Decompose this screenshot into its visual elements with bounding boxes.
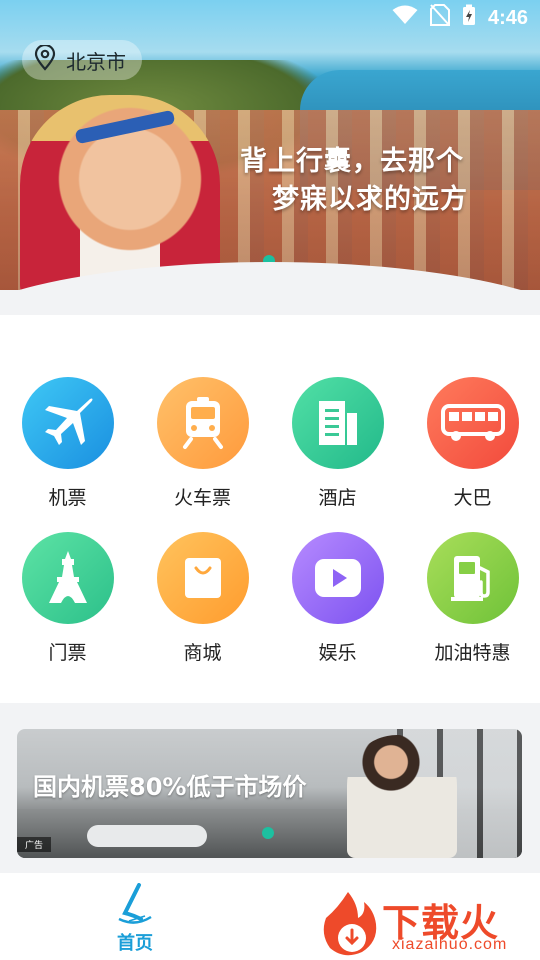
shopping-bag-icon bbox=[184, 558, 221, 598]
service-tickets-label: 门票 bbox=[48, 642, 87, 664]
tab-home-label: 首页 bbox=[117, 933, 153, 954]
hero-slogan-line1: 背上行囊，去那个 bbox=[240, 146, 464, 177]
train-icon bbox=[182, 397, 223, 449]
service-entertainment-label: 娱乐 bbox=[318, 642, 357, 664]
hero-slogan-line2: 梦寐以求的远方 bbox=[272, 184, 468, 215]
service-bus-label: 大巴 bbox=[453, 487, 492, 509]
airplane-icon bbox=[44, 398, 92, 445]
flame-logo-icon bbox=[323, 892, 377, 956]
banner-page-indicator[interactable] bbox=[262, 827, 274, 839]
service-grid: 机票 火车票 酒店 大巴 门票 商城 娱乐 加油特惠 bbox=[0, 377, 540, 665]
fuel-pump-icon bbox=[450, 556, 490, 601]
play-icon bbox=[314, 559, 361, 597]
watermark: 下载火 xiazaihuo.com bbox=[318, 888, 540, 960]
status-bar: 4:46 bbox=[0, 0, 540, 36]
service-mall-circle bbox=[156, 532, 249, 624]
service-fuel-label: 加油特惠 bbox=[434, 642, 511, 664]
banner-airplane bbox=[87, 825, 207, 847]
banner-text: 国内机票80%低于市场价 bbox=[33, 773, 307, 801]
building-icon bbox=[318, 401, 357, 445]
service-bus-circle bbox=[426, 377, 519, 469]
status-time: 4:46 bbox=[487, 6, 528, 29]
service-mall-label: 商城 bbox=[183, 642, 222, 664]
home-logo-icon bbox=[118, 883, 152, 924]
service-tickets[interactable]: 门票 bbox=[0, 532, 135, 665]
no-sim-icon bbox=[429, 4, 450, 32]
service-fuel-circle bbox=[426, 532, 519, 624]
service-entertainment-circle bbox=[291, 532, 384, 624]
wifi-icon bbox=[392, 5, 418, 31]
service-hotel-circle bbox=[291, 377, 384, 469]
service-train-circle bbox=[156, 377, 249, 469]
promo-banner[interactable]: 国内机票80%低于市场价 广告 bbox=[17, 729, 522, 858]
service-grid-card: 机票 火车票 酒店 大巴 门票 商城 娱乐 加油特惠 bbox=[0, 315, 540, 703]
service-fuel[interactable]: 加油特惠 bbox=[405, 532, 540, 665]
battery-charging-icon bbox=[462, 4, 476, 32]
location-city: 北京市 bbox=[66, 49, 126, 74]
location-selector[interactable]: 北京市 bbox=[22, 40, 142, 80]
bus-icon bbox=[440, 404, 505, 441]
tab-home[interactable]: 首页 bbox=[100, 883, 170, 955]
service-bus[interactable]: 大巴 bbox=[405, 377, 540, 510]
service-hotel-label: 酒店 bbox=[318, 487, 357, 509]
service-flight[interactable]: 机票 bbox=[0, 377, 135, 510]
service-mall[interactable]: 商城 bbox=[135, 532, 270, 665]
service-train-label: 火车票 bbox=[173, 487, 231, 509]
service-flight-label: 机票 bbox=[48, 487, 87, 509]
ad-tag: 广告 bbox=[17, 837, 52, 852]
tower-icon bbox=[48, 551, 87, 603]
hero-slogan: 背上行囊，去那个 梦寐以求的远方 bbox=[240, 143, 468, 219]
service-train[interactable]: 火车票 bbox=[135, 377, 270, 510]
service-hotel[interactable]: 酒店 bbox=[270, 377, 405, 510]
service-flight-circle bbox=[21, 377, 114, 469]
service-tickets-circle bbox=[21, 532, 114, 624]
banner-woman bbox=[347, 735, 457, 858]
service-entertainment[interactable]: 娱乐 bbox=[270, 532, 405, 665]
location-pin-icon bbox=[34, 43, 56, 75]
watermark-url: xiazaihuo.com bbox=[392, 936, 508, 953]
